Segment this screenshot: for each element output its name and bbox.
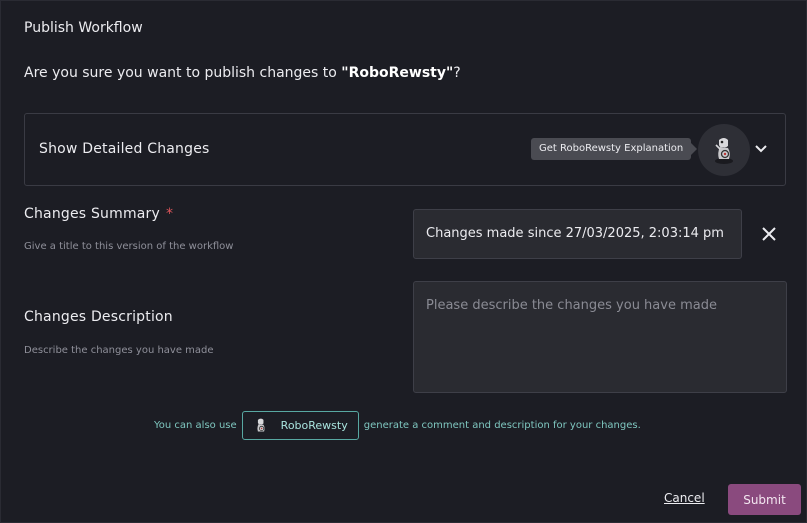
robot-mascot-icon — [251, 416, 271, 436]
submit-button[interactable]: Submit — [728, 484, 801, 515]
detailed-changes-panel[interactable]: Show Detailed Changes Get RoboRewsty Exp… — [24, 113, 786, 186]
workflow-name: "RoboRewsty" — [341, 65, 454, 81]
roborewsty-button[interactable]: RoboRewsty — [241, 411, 359, 440]
chevron-down-icon[interactable] — [753, 141, 769, 157]
changes-summary-input[interactable]: Changes made since 27/03/2025, 2:03:14 p… — [413, 209, 742, 259]
dialog-title: Publish Workflow — [24, 20, 143, 36]
ai-suggestion-line: You can also use RoboRewsty generate a c… — [154, 411, 641, 440]
cancel-button[interactable]: Cancel — [664, 491, 705, 505]
changes-summary-label-text: Changes Summary — [24, 206, 160, 222]
ai-hint-suffix: generate a comment and description for y… — [363, 420, 641, 431]
confirmation-question: Are you sure you want to publish changes… — [24, 65, 461, 81]
changes-description-input[interactable] — [413, 281, 787, 393]
changes-summary-hint: Give a title to this version of the work… — [24, 241, 234, 252]
changes-description-hint: Describe the changes you have made — [24, 345, 214, 356]
roborewsty-button-label: RoboRewsty — [280, 419, 348, 432]
robot-mascot-icon[interactable] — [698, 124, 750, 176]
changes-summary-label: Changes Summary * — [24, 206, 173, 222]
question-suffix: ? — [453, 65, 461, 81]
changes-description-label: Changes Description — [24, 309, 173, 325]
close-icon[interactable] — [759, 224, 779, 244]
required-indicator: * — [166, 206, 174, 222]
detailed-changes-label: Show Detailed Changes — [39, 141, 210, 157]
ai-hint-prefix: You can also use — [154, 420, 237, 431]
question-prefix: Are you sure you want to publish changes… — [24, 65, 342, 81]
publish-workflow-dialog: Publish Workflow Are you sure you want t… — [0, 0, 807, 523]
explanation-tooltip: Get RoboRewsty Explanation — [531, 138, 698, 160]
